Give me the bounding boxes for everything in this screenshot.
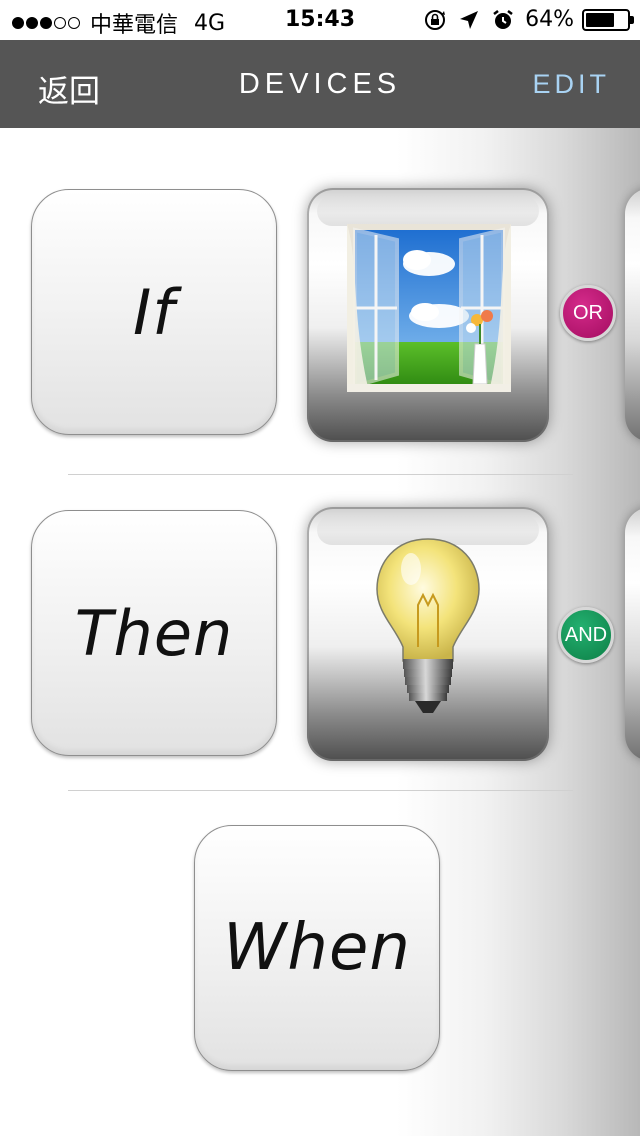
battery-icon xyxy=(582,8,634,31)
and-operator-label: AND xyxy=(564,623,608,646)
when-label: When xyxy=(223,911,411,985)
status-right: 64% xyxy=(423,7,634,32)
window-icon xyxy=(347,224,511,392)
if-label: If xyxy=(132,275,176,349)
and-operator-button[interactable]: AND xyxy=(558,607,614,663)
or-operator-button[interactable]: OR xyxy=(560,285,616,341)
if-label-tile: If xyxy=(31,189,277,435)
edit-button[interactable]: EDIT xyxy=(532,69,610,100)
status-bar: 中華電信 4G 15:43 64% xyxy=(0,0,640,40)
light-bulb-icon xyxy=(373,535,483,719)
row-divider xyxy=(68,474,573,475)
rotation-lock-icon xyxy=(423,8,447,32)
or-operator-label: OR xyxy=(573,301,603,324)
alarm-icon xyxy=(491,8,515,32)
then-label: Then xyxy=(74,596,234,670)
then-label-tile: Then xyxy=(31,510,277,756)
row-divider xyxy=(68,790,573,791)
then-device-tile[interactable] xyxy=(307,507,549,761)
battery-percent: 64% xyxy=(525,7,574,32)
next-device-tile-row2[interactable] xyxy=(625,507,640,761)
when-label-tile[interactable]: When xyxy=(194,825,440,1071)
if-device-tile[interactable] xyxy=(307,188,549,442)
location-arrow-icon xyxy=(457,8,481,32)
next-device-tile-row1[interactable] xyxy=(625,188,640,442)
navigation-bar: 返回 DEVICES EDIT xyxy=(0,40,640,128)
